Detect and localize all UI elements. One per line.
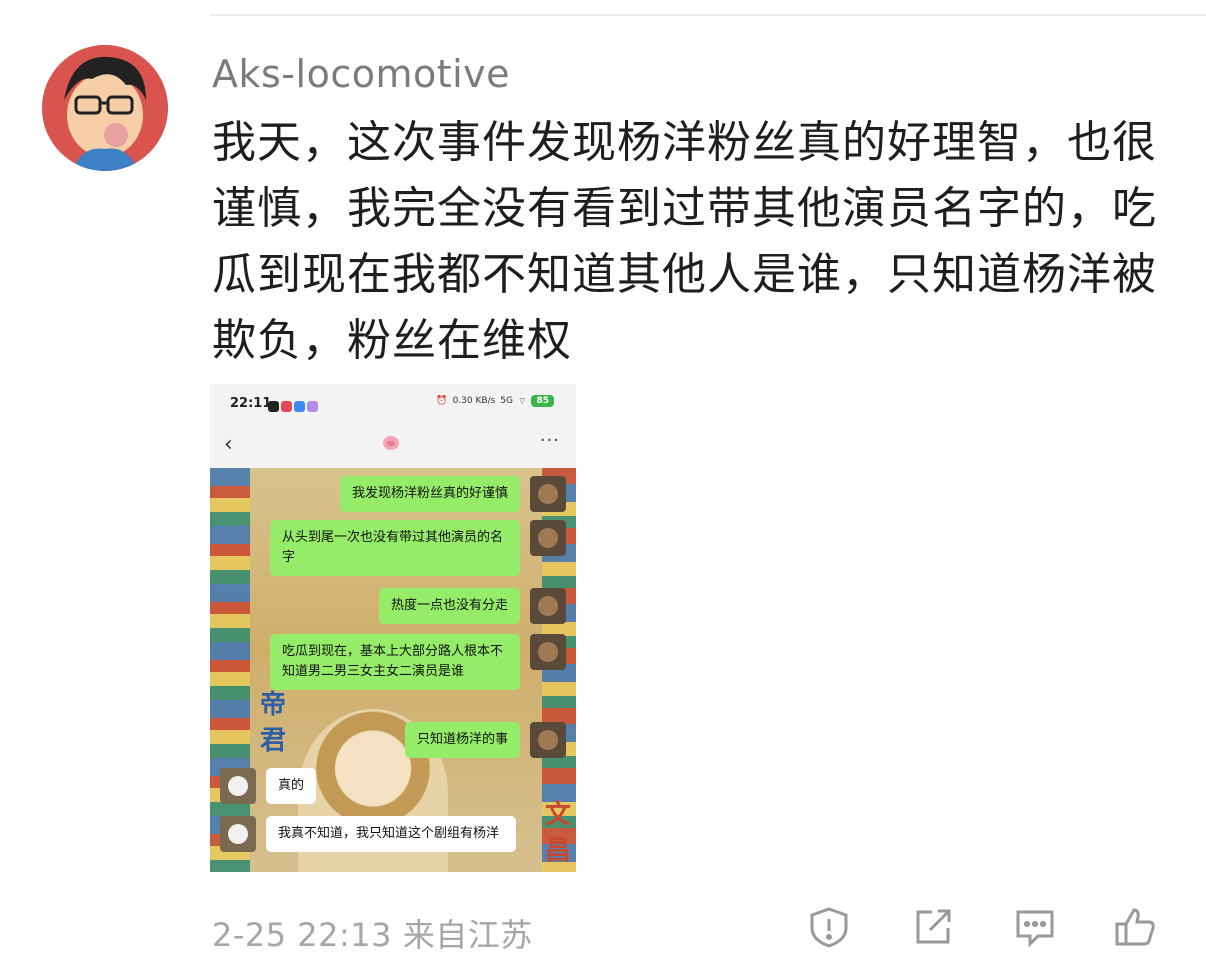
background-char: 昌 xyxy=(545,836,572,866)
sender-avatar[interactable] xyxy=(530,634,566,670)
sender-avatar[interactable] xyxy=(530,476,566,512)
back-icon[interactable]: ‹ xyxy=(224,432,233,457)
comment-icon[interactable] xyxy=(1012,904,1058,950)
report-icon[interactable] xyxy=(806,904,852,950)
chat-message: 热度一点也没有分走 xyxy=(378,588,520,624)
chat-message: 从头到尾一次也没有带过其他演员的名字 xyxy=(270,520,520,576)
avatar-cartoon-icon xyxy=(42,45,168,171)
chat-message: 我发现杨洋粉丝真的好谨慎 xyxy=(339,476,520,512)
status-time: 22:11 xyxy=(230,396,272,411)
user-avatar[interactable] xyxy=(42,45,168,171)
share-icon[interactable] xyxy=(910,904,956,950)
network-speed: 0.30 KB/s xyxy=(452,396,496,406)
sender-avatar[interactable] xyxy=(530,588,566,624)
username[interactable]: Aks-locomotive xyxy=(212,52,510,96)
battery-badge: 85 xyxy=(531,395,554,407)
chat-nav-bar: ‹ ··· xyxy=(210,424,576,468)
wifi-icon: ⌔ xyxy=(518,396,527,407)
sender-avatar[interactable] xyxy=(530,520,566,556)
top-divider xyxy=(210,14,1206,16)
time-location: 2-25 22:13 来自江苏 xyxy=(212,916,533,954)
chat-message: 我真不知道，我只知道这个剧组有杨洋 xyxy=(266,816,516,852)
comment-text: 我天，这次事件发现杨洋粉丝真的好理智，也很谨慎，我完全没有看到过带其他演员名字的… xyxy=(212,117,1157,366)
pig-emoji-icon xyxy=(383,436,399,450)
decorative-border-left xyxy=(210,468,250,872)
background-char: 文 xyxy=(545,800,572,830)
signal-label: 5G xyxy=(500,396,513,406)
chat-message: 吃瓜到现在，基本上大部分路人根本不知道男二男三女主女二演员是谁 xyxy=(270,634,520,690)
more-icon[interactable]: ··· xyxy=(540,430,560,451)
like-icon[interactable] xyxy=(1112,904,1158,950)
receiver-avatar[interactable] xyxy=(220,768,256,804)
background-char: 君 xyxy=(260,726,287,756)
attached-screenshot[interactable]: 22:11 ⏰ 0.30 KB/s 5G ⌔ 85 ‹ ··· 帝 君 文 昌 … xyxy=(210,384,576,872)
alarm-icon: ⏰ xyxy=(436,396,448,406)
status-right: ⏰ 0.30 KB/s 5G ⌔ 85 xyxy=(436,395,554,407)
phone-status-bar: 22:11 ⏰ 0.30 KB/s 5G ⌔ 85 xyxy=(210,384,576,424)
sender-avatar[interactable] xyxy=(530,722,566,758)
receiver-avatar[interactable] xyxy=(220,816,256,852)
chat-message: 只知道杨洋的事 xyxy=(404,722,520,758)
chat-message: 真的 xyxy=(266,768,317,804)
notification-icons xyxy=(268,397,320,416)
